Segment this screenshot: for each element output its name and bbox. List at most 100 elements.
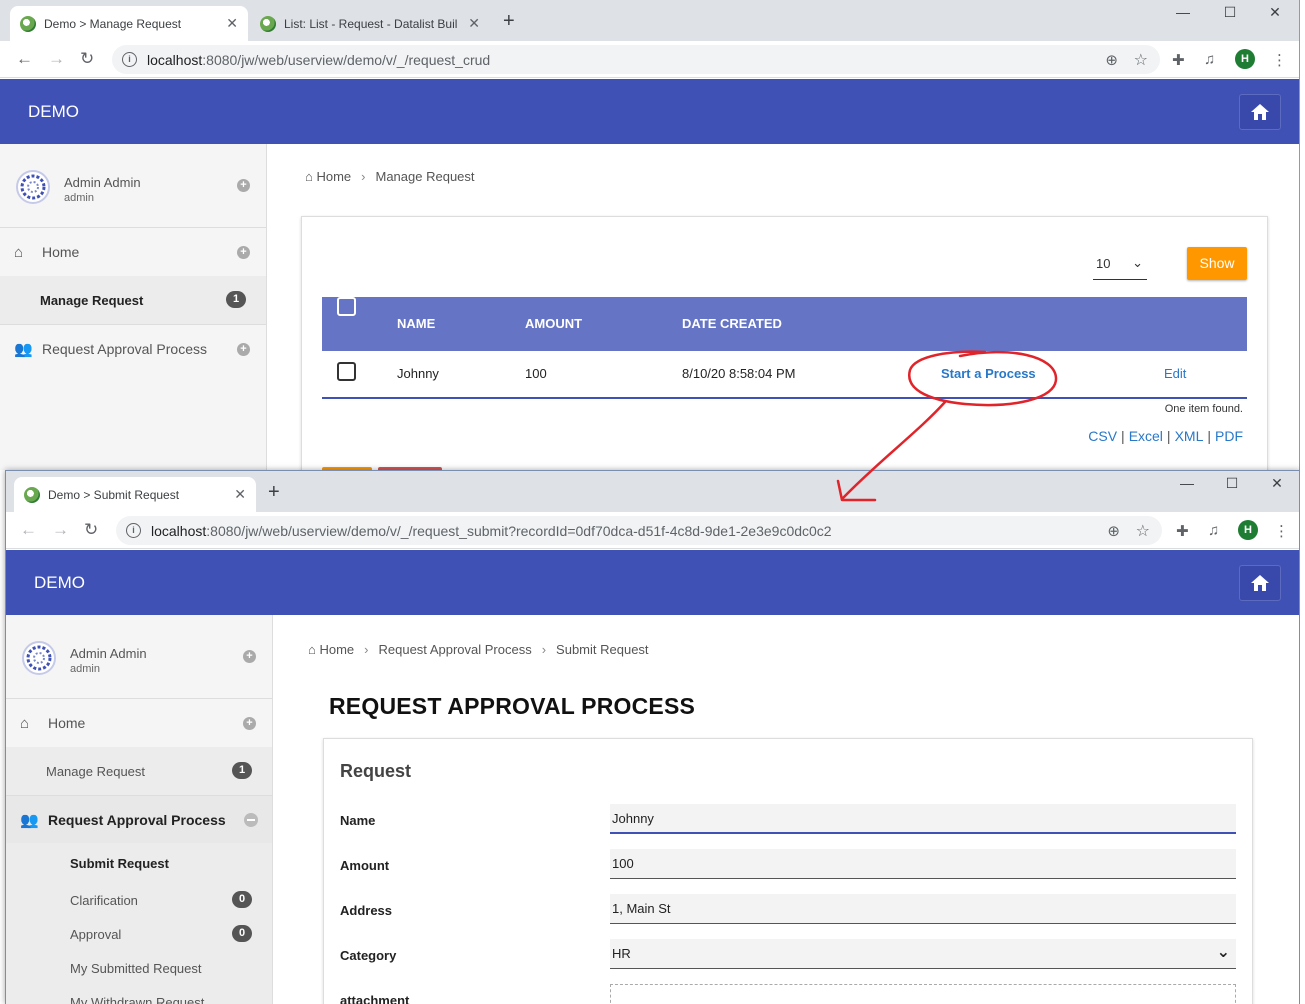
menu-icon[interactable]: ⋮ bbox=[1272, 51, 1287, 69]
export-xml-link[interactable]: XML bbox=[1175, 428, 1204, 444]
profile-avatar[interactable]: H bbox=[1238, 520, 1258, 540]
sidebar: Admin Admin admin + ⌂ Home + Manage Requ… bbox=[0, 144, 267, 470]
edit-link[interactable]: Edit bbox=[1164, 351, 1186, 397]
close-tab-icon[interactable]: ✕ bbox=[468, 15, 480, 32]
user-name: Admin Admin bbox=[64, 175, 141, 190]
export-excel-link[interactable]: Excel bbox=[1129, 428, 1163, 444]
expand-icon[interactable]: + bbox=[237, 343, 250, 356]
count-badge: 1 bbox=[232, 762, 252, 779]
star-icon[interactable]: ☆ bbox=[1136, 521, 1150, 541]
sidebar-item-request-approval[interactable]: 👥 Request Approval Process + bbox=[0, 324, 266, 372]
home-button[interactable] bbox=[1239, 94, 1281, 130]
address-bar[interactable]: i localhost:8080/jw/web/userview/demo/v/… bbox=[112, 45, 1160, 74]
close-window-icon[interactable]: ✕ bbox=[1260, 4, 1290, 21]
extensions-icon[interactable]: ✚ bbox=[1176, 522, 1189, 540]
sidebar-item-label: Request Approval Process bbox=[42, 340, 207, 357]
sidebar-item-my-submitted[interactable]: My Submitted Request bbox=[6, 951, 272, 985]
column-header-amount[interactable]: AMOUNT bbox=[525, 297, 582, 351]
category-select[interactable]: HR ⌄ bbox=[610, 939, 1236, 969]
form-row-category: Category HR ⌄ bbox=[340, 939, 1236, 971]
page-size-select[interactable]: 10 ⌄ bbox=[1093, 247, 1147, 280]
field-label: attachment bbox=[340, 993, 410, 1004]
media-icon[interactable]: ♫ bbox=[1208, 522, 1219, 539]
minimize-icon[interactable]: — bbox=[1172, 475, 1202, 491]
browser-tab-datalist[interactable]: List: List - Request - Datalist Buil ✕ bbox=[250, 6, 490, 41]
browser-tab-submit-request[interactable]: Demo > Submit Request ✕ bbox=[14, 477, 256, 512]
maximize-icon[interactable]: ☐ bbox=[1215, 4, 1245, 21]
avatar[interactable] bbox=[22, 641, 56, 675]
forward-icon[interactable]: → bbox=[48, 49, 65, 69]
media-icon[interactable]: ♫ bbox=[1204, 51, 1215, 68]
export-csv-link[interactable]: CSV bbox=[1088, 428, 1117, 444]
menu-icon[interactable]: ⋮ bbox=[1274, 522, 1289, 540]
info-icon[interactable]: i bbox=[122, 52, 137, 67]
breadcrumb-mid[interactable]: Request Approval Process bbox=[379, 642, 532, 657]
sidebar-item-submit-request[interactable]: Submit Request bbox=[6, 843, 272, 883]
address-bar[interactable]: i localhost:8080/jw/web/userview/demo/v/… bbox=[116, 516, 1162, 545]
tab-strip: Demo > Submit Request ✕ + — ☐ ✕ bbox=[6, 471, 1299, 512]
profile-avatar[interactable]: H bbox=[1235, 49, 1255, 69]
name-input[interactable]: Johnny bbox=[610, 804, 1236, 834]
cell-name: Johnny bbox=[397, 366, 439, 381]
zoom-icon[interactable]: ⊕ bbox=[1105, 51, 1118, 69]
tab-title: Demo > Submit Request bbox=[48, 487, 180, 502]
browser-tab-manage-request[interactable]: Demo > Manage Request ✕ bbox=[10, 6, 248, 41]
attachment-dropzone[interactable] bbox=[610, 984, 1236, 1004]
users-icon: 👥 bbox=[20, 811, 39, 829]
home-icon: ⌂ bbox=[14, 243, 24, 261]
column-header-date[interactable]: DATE CREATED bbox=[682, 297, 782, 351]
new-tab-icon[interactable]: + bbox=[503, 10, 515, 33]
zoom-icon[interactable]: ⊕ bbox=[1107, 522, 1120, 540]
expand-icon[interactable]: + bbox=[237, 246, 250, 259]
sidebar-item-home[interactable]: ⌂ Home + bbox=[6, 699, 272, 747]
sidebar-item-clarification[interactable]: Clarification 0 bbox=[6, 883, 272, 917]
sidebar-item-manage-request[interactable]: Manage Request 1 bbox=[6, 747, 272, 795]
sidebar-item-label: Clarification bbox=[70, 892, 138, 908]
url-path: :8080/jw/web/userview/demo/v/_/request_c… bbox=[202, 51, 491, 68]
column-header-name[interactable]: NAME bbox=[397, 297, 435, 351]
home-icon: ⌂ bbox=[20, 714, 30, 732]
avatar[interactable] bbox=[16, 170, 50, 204]
expand-icon[interactable]: + bbox=[237, 179, 250, 192]
maximize-icon[interactable]: ☐ bbox=[1217, 475, 1247, 492]
forward-icon[interactable]: → bbox=[52, 520, 69, 540]
close-tab-icon[interactable]: ✕ bbox=[234, 486, 246, 503]
sidebar-item-request-approval[interactable]: 👥 Request Approval Process bbox=[6, 795, 272, 843]
amount-input[interactable]: 100 bbox=[610, 849, 1236, 879]
result-count: One item found. bbox=[1164, 403, 1243, 415]
start-process-link[interactable]: Start a Process bbox=[941, 351, 1036, 397]
breadcrumb-separator: › bbox=[364, 642, 369, 657]
export-pdf-link[interactable]: PDF bbox=[1215, 428, 1243, 444]
reload-icon[interactable]: ↻ bbox=[84, 520, 98, 540]
new-tab-icon[interactable]: + bbox=[268, 481, 280, 504]
expand-icon[interactable]: + bbox=[243, 650, 256, 663]
row-checkbox[interactable] bbox=[337, 362, 356, 381]
info-icon[interactable]: i bbox=[126, 523, 141, 538]
sidebar-item-my-withdrawn[interactable]: My Withdrawn Request bbox=[6, 985, 272, 1004]
back-icon[interactable]: ← bbox=[20, 520, 37, 540]
show-button[interactable]: Show bbox=[1187, 247, 1247, 280]
star-icon[interactable]: ☆ bbox=[1134, 50, 1148, 70]
extensions-icon[interactable]: ✚ bbox=[1172, 51, 1185, 69]
close-window-icon[interactable]: ✕ bbox=[1262, 475, 1292, 492]
app-header: DEMO bbox=[0, 79, 1299, 144]
select-all-checkbox[interactable] bbox=[337, 297, 356, 316]
sidebar-item-label: Home bbox=[42, 244, 80, 260]
sidebar-item-home[interactable]: ⌂ Home + bbox=[0, 228, 266, 276]
app-brand[interactable]: DEMO bbox=[28, 102, 79, 122]
collapse-icon[interactable] bbox=[244, 813, 258, 827]
close-tab-icon[interactable]: ✕ bbox=[226, 15, 238, 32]
home-button[interactable] bbox=[1239, 565, 1281, 601]
breadcrumb-home[interactable]: ⌂ Home bbox=[308, 642, 354, 657]
sidebar-item-approval[interactable]: Approval 0 bbox=[6, 917, 272, 951]
app-brand[interactable]: DEMO bbox=[34, 573, 85, 593]
expand-icon[interactable]: + bbox=[243, 717, 256, 730]
address-input[interactable]: 1, Main St bbox=[610, 894, 1236, 924]
minimize-icon[interactable]: — bbox=[1168, 4, 1198, 20]
breadcrumb-home[interactable]: ⌂ Home bbox=[305, 169, 351, 184]
sidebar-item-manage-request[interactable]: Manage Request 1 bbox=[0, 276, 266, 324]
back-icon[interactable]: ← bbox=[16, 49, 33, 69]
breadcrumb-home-label: Home bbox=[316, 169, 352, 184]
form-row-attachment: attachment bbox=[340, 984, 1236, 1004]
reload-icon[interactable]: ↻ bbox=[80, 49, 94, 69]
